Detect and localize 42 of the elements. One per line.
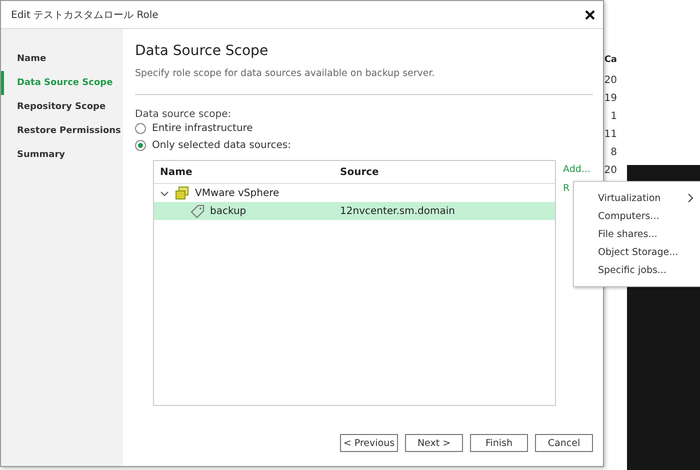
page-heading: Data Source Scope [135, 43, 270, 59]
menu-item[interactable]: File shares... [574, 225, 700, 243]
server-stack-icon [174, 186, 190, 200]
wizard-button[interactable]: Next > [405, 434, 463, 452]
table-cell-text: 20 [604, 164, 617, 178]
wizard-button[interactable]: Cancel [535, 434, 593, 452]
column-header: Ca [604, 54, 617, 67]
page-description: Specify role scope for data sources available on backup server. [135, 68, 436, 79]
step-item[interactable]: Repository Scope [1, 95, 123, 119]
table-cell-text: 11 [604, 128, 617, 142]
table-cell-text: 1 [610, 110, 617, 124]
table-cell: VMware vSphere [195, 188, 280, 198]
step-item[interactable]: Name [1, 47, 123, 71]
window-title: Edit テストカスタムロール Role [11, 8, 158, 22]
column-header: Source [340, 166, 380, 178]
scope-label: Data source scope: [135, 109, 232, 120]
step-item[interactable]: Summary [1, 143, 123, 167]
tag-icon [190, 204, 205, 218]
column-header: Name [159, 166, 194, 178]
table-cell-text: 19 [604, 92, 617, 106]
option-label: Only selected data sources: [152, 140, 291, 151]
table-cell-text: 20 [604, 74, 617, 88]
menu-item[interactable]: Computers... [574, 207, 700, 225]
radio-icon[interactable] [135, 140, 146, 151]
table-row[interactable]: VMware vSphere [154, 184, 555, 202]
radio-option[interactable]: Entire infrastructure [135, 120, 593, 137]
radio-icon[interactable] [135, 123, 146, 134]
table-cell: backup [210, 206, 246, 216]
table-row[interactable]: backup 12nvcenter.sm.domain [154, 202, 555, 220]
option-label: Entire infrastructure [152, 123, 253, 134]
menu-item[interactable]: Object Storage... [574, 243, 700, 261]
wizard-button[interactable]: < Previous [340, 434, 398, 452]
table-cell-text: 12nvcenter.sm.domain [340, 206, 456, 216]
chevron-icon[interactable] [160, 188, 169, 198]
menu-item[interactable]: Specific jobs... [574, 261, 700, 279]
wizard-button[interactable]: Finish [470, 434, 528, 452]
menu-item[interactable]: Virtualization [574, 189, 700, 207]
radio-option[interactable]: Only selected data sources: [135, 137, 593, 154]
close-icon[interactable] [585, 10, 595, 20]
table-cell-text: 8 [610, 146, 617, 160]
action-link[interactable]: Add... [563, 164, 590, 175]
step-item[interactable]: Restore Permissions [1, 119, 123, 143]
